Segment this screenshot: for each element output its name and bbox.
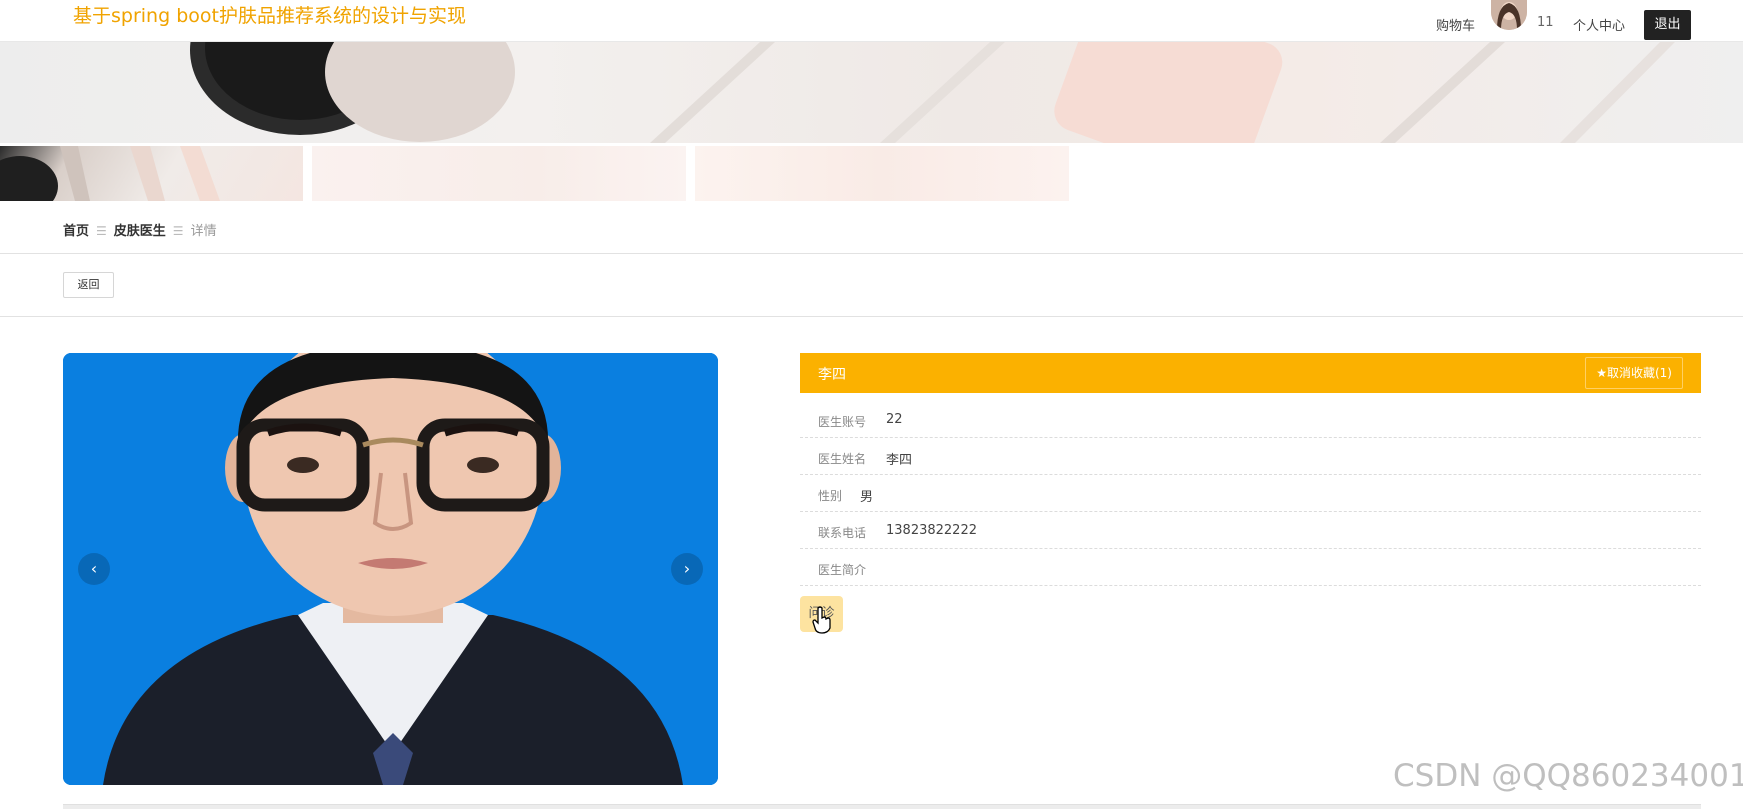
divider	[0, 253, 1743, 254]
back-button[interactable]: 返回	[63, 272, 114, 298]
breadcrumb-category[interactable]: 皮肤医生	[114, 220, 166, 239]
banner-thumbnails	[0, 146, 1743, 201]
field-label: 联系电话	[818, 526, 867, 540]
field-doctor-bio: 医生简介	[800, 549, 1701, 586]
field-label: 医生账号	[818, 415, 867, 429]
username-label[interactable]: 11	[1537, 15, 1554, 30]
breadcrumb-separator-icon: ☰	[172, 224, 184, 238]
detail-header: 李四 ★取消收藏(1)	[800, 353, 1701, 393]
banner-image	[0, 42, 1743, 143]
field-value: 13823822222	[886, 523, 977, 538]
site-title[interactable]: 基于spring boot护肤品推荐系统的设计与实现	[73, 1, 466, 28]
banner-thumb-3[interactable]	[695, 146, 1069, 201]
carousel-prev-button[interactable]: ‹	[78, 553, 110, 585]
watermark-text: CSDN @QQ860234001	[1393, 758, 1743, 794]
banner-thumb-1[interactable]	[0, 146, 303, 201]
profile-link[interactable]: 个人中心	[1573, 15, 1625, 34]
breadcrumb: 首页 ☰ 皮肤医生 ☰ 详情	[63, 220, 217, 239]
top-navbar: 基于spring boot护肤品推荐系统的设计与实现 购物车 11 个人中心 退…	[0, 0, 1743, 42]
logout-button[interactable]: 退出	[1644, 10, 1691, 40]
doctor-name-title: 李四	[818, 367, 846, 383]
banner-thumb-2[interactable]	[312, 146, 686, 201]
cart-link[interactable]: 购物车	[1436, 15, 1475, 34]
field-doctor-name: 医生姓名 李四	[800, 438, 1701, 475]
unfavorite-button[interactable]: ★取消收藏(1)	[1585, 357, 1683, 389]
field-gender: 性别 男	[800, 475, 1701, 512]
breadcrumb-home[interactable]: 首页	[63, 220, 89, 239]
carousel-next-button[interactable]: ›	[671, 553, 703, 585]
divider	[0, 316, 1743, 317]
user-avatar[interactable]	[1491, 0, 1527, 30]
hand-pointer-icon	[812, 606, 832, 634]
field-label: 性别	[818, 489, 843, 503]
field-value: 男	[860, 490, 874, 505]
field-label: 医生姓名	[818, 452, 867, 466]
doctor-photo	[63, 353, 718, 785]
field-label: 医生简介	[818, 563, 867, 577]
field-phone: 联系电话 13823822222	[800, 512, 1701, 549]
field-value: 李四	[886, 453, 913, 468]
breadcrumb-current: 详情	[190, 224, 217, 239]
field-doctor-account: 医生账号 22	[800, 401, 1701, 438]
footer-border	[63, 804, 1701, 809]
field-value: 22	[886, 412, 903, 427]
breadcrumb-separator-icon: ☰	[96, 224, 107, 238]
